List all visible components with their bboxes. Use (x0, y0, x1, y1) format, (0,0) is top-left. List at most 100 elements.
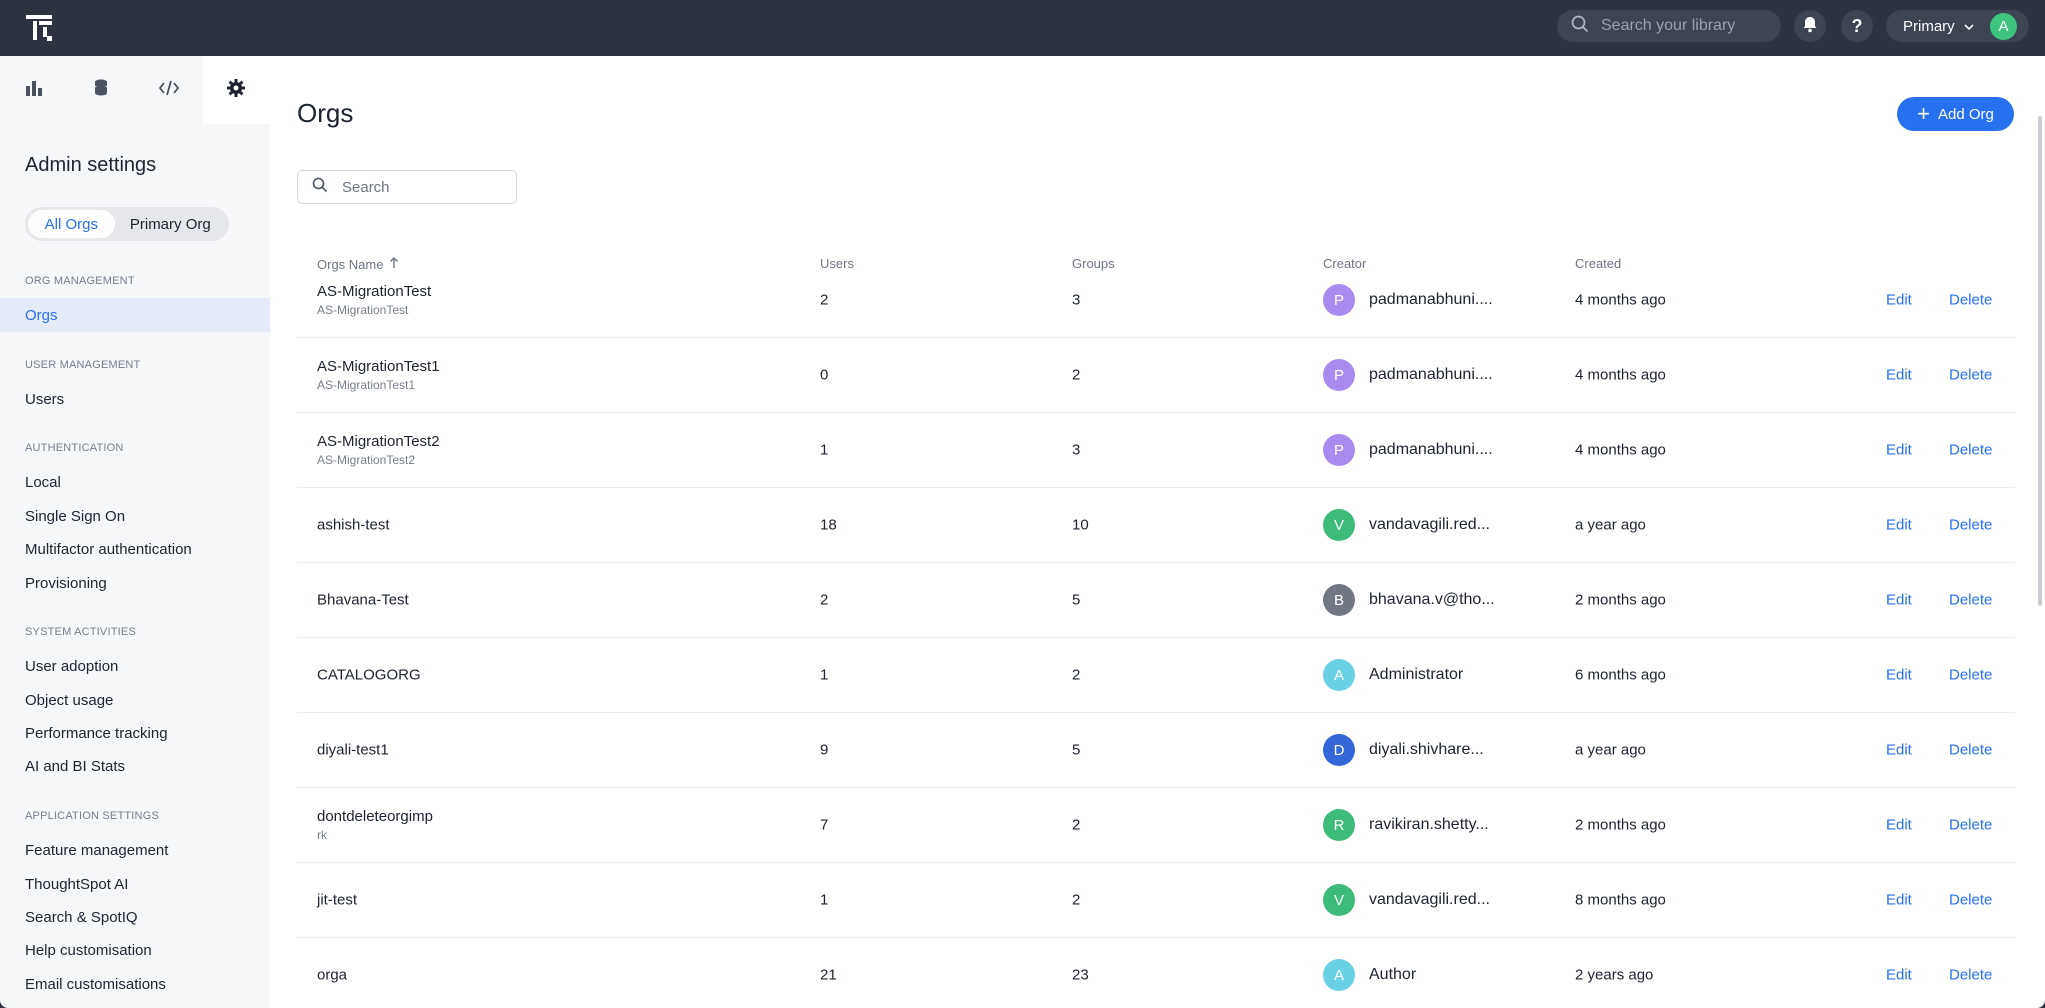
sidebar-item-ai-and-bi-stats[interactable]: AI and BI Stats (0, 749, 270, 783)
edit-link[interactable]: Edit (1886, 667, 1912, 684)
top-navigation-bar: ? Primary A (0, 0, 2045, 56)
org-name-cell: AS-MigrationTest2 AS-MigrationTest2 (317, 433, 440, 467)
delete-link[interactable]: Delete (1949, 892, 1992, 909)
help-button[interactable]: ? (1841, 10, 1873, 42)
users-count: 1 (820, 441, 829, 459)
edit-link[interactable]: Edit (1886, 892, 1912, 909)
tab-data[interactable] (68, 56, 136, 124)
users-count: 2 (820, 291, 829, 309)
delete-link[interactable]: Delete (1949, 292, 1992, 309)
sidebar-item-single-sign-on[interactable]: Single Sign On (0, 499, 270, 533)
all-orgs-toggle[interactable]: All Orgs (28, 210, 115, 238)
created-date: 4 months ago (1575, 441, 1666, 459)
tab-analytics[interactable] (0, 56, 68, 124)
app-logo-icon[interactable] (24, 12, 56, 44)
sidebar-item-user-adoption[interactable]: User adoption (0, 649, 270, 683)
sidebar-item-local[interactable]: Local (0, 465, 270, 499)
creator-name: padmanabhuni.... (1369, 366, 1493, 383)
table-row[interactable]: ashish-test 18 10 Vvandavagili.red... a year… (297, 488, 2015, 563)
vertical-scrollbar[interactable] (2038, 116, 2042, 606)
edit-link[interactable]: Edit (1886, 817, 1912, 834)
table-row[interactable]: CATALOGORG 1 2 A Administrator 6 months ago Ed… (297, 638, 2015, 713)
edit-link[interactable]: Edit (1886, 592, 1912, 609)
delete-link[interactable]: Delete (1949, 817, 1992, 834)
help-icon: ? (1851, 15, 1863, 36)
table-row[interactable]: AS-MigrationTest2 AS-MigrationTest2 1 3 Ppad… (297, 413, 2015, 488)
sidebar-item-object-usage[interactable]: Object usage (0, 683, 270, 717)
table-row[interactable]: dontdeleteorgimp rk 7 2 Rravikiran.shetty...… (297, 788, 2015, 863)
delete-link[interactable]: Delete (1949, 667, 1992, 684)
creator-avatar: B (1323, 584, 1355, 616)
library-search-input[interactable] (1601, 17, 1771, 35)
creator-cell: Ddiyali.shivhare... (1323, 734, 1484, 766)
edit-link[interactable]: Edit (1886, 442, 1912, 459)
sidebar-title: Admin settings (25, 154, 157, 176)
sidebar-item-help-customisation[interactable]: Help customisation (0, 933, 270, 967)
table-row[interactable]: AS-MigrationTest AS-MigrationTest 2 3 Ppadma… (297, 263, 2015, 338)
creator-name: vandavagili.red... (1369, 516, 1490, 533)
delete-link[interactable]: Delete (1949, 967, 1992, 984)
delete-link[interactable]: Delete (1949, 742, 1992, 759)
add-org-label: Add Org (1937, 105, 1994, 123)
org-name: dontdeleteorgimp (317, 808, 433, 825)
delete-link[interactable]: Delete (1949, 517, 1992, 534)
delete-link[interactable]: Delete (1949, 442, 1992, 459)
creator-name: vandavagili.red... (1369, 891, 1490, 908)
section-system-activities: SYSTEM ACTIVITIES (25, 626, 136, 638)
edit-link[interactable]: Edit (1886, 967, 1912, 984)
creator-avatar: A (1323, 959, 1355, 991)
table-row[interactable]: jit-test 1 2 Vvandavagili.red... 8 months ag… (297, 863, 2015, 938)
edit-link[interactable]: Edit (1886, 742, 1912, 759)
sidebar-item-multifactor-authentication[interactable]: Multifactor authentication (0, 532, 270, 566)
users-count: 18 (820, 516, 837, 534)
groups-count: 10 (1072, 516, 1089, 534)
user-avatar[interactable]: A (1990, 13, 2017, 40)
org-name: AS-MigrationTest (317, 283, 432, 300)
add-org-button[interactable]: + Add Org (1897, 97, 2014, 131)
search-icon (1571, 15, 1589, 38)
section-authentication: AUTHENTICATION (25, 442, 124, 454)
created-date: 6 months ago (1575, 666, 1666, 684)
table-row[interactable]: Bhavana-Test 2 5 Bbhavana.v@tho... 2 months … (297, 563, 2015, 638)
tab-develop[interactable] (135, 56, 203, 124)
org-name: jit-test (317, 891, 358, 909)
users-count: 7 (820, 816, 829, 834)
org-display-name: AS-MigrationTest2 (317, 453, 416, 467)
tab-admin[interactable] (202, 56, 270, 124)
primary-org-toggle[interactable]: Primary Org (115, 210, 226, 238)
org-name: AS-MigrationTest1 (317, 358, 440, 375)
creator-avatar: D (1323, 734, 1355, 766)
sidebar-item-orgs[interactable]: Orgs (0, 298, 270, 332)
groups-count: 2 (1072, 816, 1081, 834)
org-name: diyali-test1 (317, 741, 389, 759)
groups-count: 23 (1072, 966, 1089, 984)
delete-link[interactable]: Delete (1949, 592, 1992, 609)
admin-sidebar: Admin settings All Orgs Primary Org ORG … (0, 56, 270, 1008)
sidebar-item-email-customisations[interactable]: Email customisations (0, 967, 270, 1001)
table-row[interactable]: orga 21 23 A Author 2 years ago Edit Delete (297, 938, 2015, 1008)
notifications-button[interactable] (1794, 10, 1826, 42)
sidebar-item-provisioning[interactable]: Provisioning (0, 566, 270, 600)
library-search-box[interactable] (1557, 10, 1781, 42)
sidebar-item-users[interactable]: Users (0, 382, 270, 416)
org-display-name: rk (317, 828, 327, 842)
orgs-search-input[interactable] (342, 178, 502, 196)
orgs-search-box[interactable] (297, 170, 517, 204)
creator-cell: Vvandavagili.red... (1323, 884, 1490, 916)
sidebar-item-feature-management[interactable]: Feature management (0, 833, 270, 867)
creator-name: padmanabhuni.... (1369, 441, 1493, 458)
table-row[interactable]: diyali-test1 9 5 Ddiyali.shivhare... a year … (297, 713, 2015, 788)
created-date: 8 months ago (1575, 891, 1666, 909)
edit-link[interactable]: Edit (1886, 517, 1912, 534)
creator-name: Administrator (1369, 666, 1464, 683)
sidebar-item-thoughtspot-ai[interactable]: ThoughtSpot AI (0, 867, 270, 901)
sidebar-tab-strip (0, 56, 270, 124)
edit-link[interactable]: Edit (1886, 367, 1912, 384)
creator-name: Author (1369, 966, 1417, 983)
bell-icon (1801, 15, 1819, 38)
delete-link[interactable]: Delete (1949, 367, 1992, 384)
sidebar-item-search-spotiq[interactable]: Search & SpotIQ (0, 900, 270, 934)
edit-link[interactable]: Edit (1886, 292, 1912, 309)
table-row[interactable]: AS-MigrationTest1 AS-MigrationTest1 0 2 Ppad… (297, 338, 2015, 413)
sidebar-item-performance-tracking[interactable]: Performance tracking (0, 716, 270, 750)
